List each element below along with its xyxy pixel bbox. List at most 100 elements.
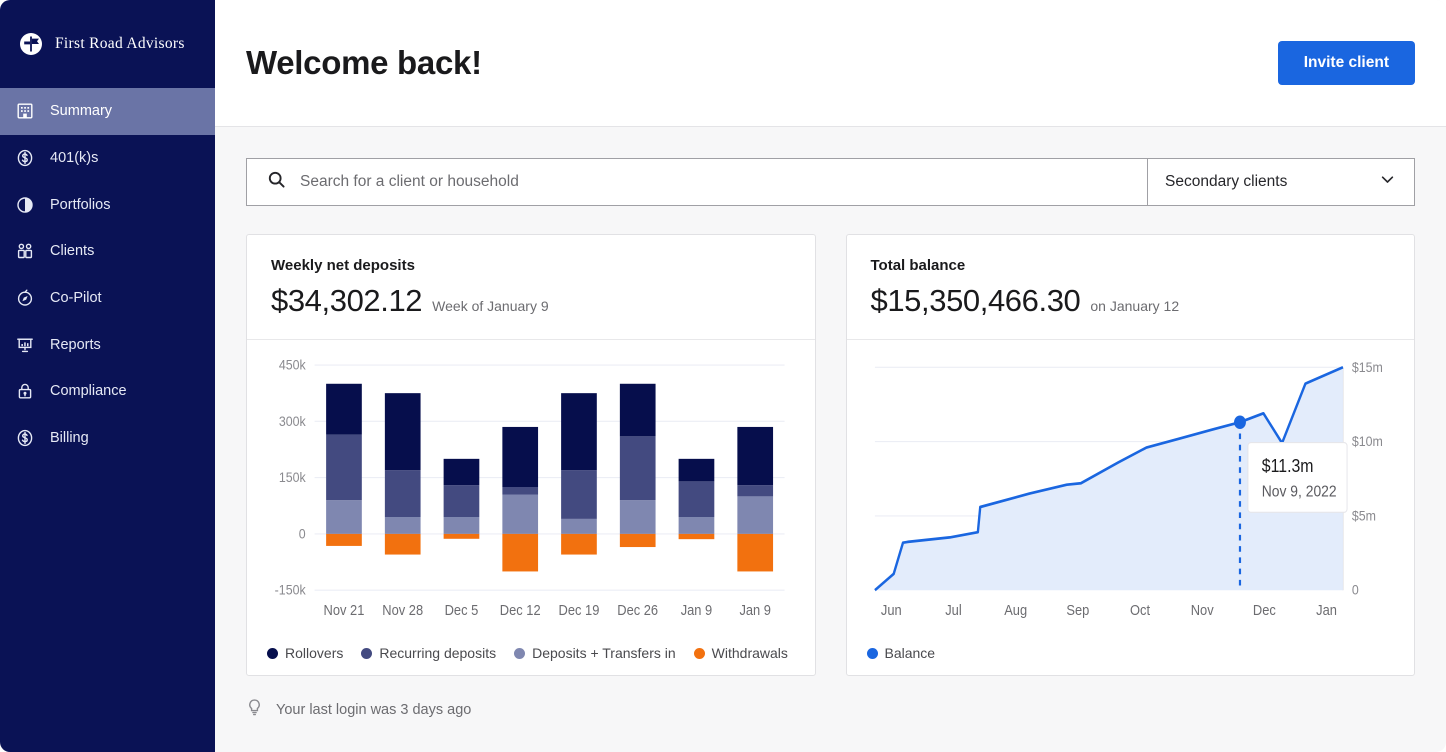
legend-color-dot: [514, 647, 526, 659]
presentation-chart-icon: [14, 334, 36, 356]
legend-label: Recurring deposits: [379, 645, 497, 661]
card-title: Total balance: [870, 257, 966, 274]
top-bar: Welcome back! Invite client: [215, 0, 1446, 127]
svg-text:$15m: $15m: [1351, 359, 1382, 375]
search-icon: [267, 170, 286, 194]
sidebar-nav: Summary 401(k)s Portfolios Clients Co-Pi…: [0, 88, 215, 462]
dollar-circle-icon: [14, 427, 36, 449]
invite-client-button[interactable]: Invite client: [1277, 41, 1415, 85]
svg-text:Jan: Jan: [1316, 602, 1337, 618]
pie-chart-icon: [14, 194, 36, 216]
sidebar-item-portfolios[interactable]: Portfolios: [0, 181, 215, 228]
svg-text:450k: 450k: [279, 357, 306, 373]
svg-text:Dec 19: Dec 19: [559, 602, 600, 618]
balance-area-chart[interactable]: $15m $10m $5m 0 Jun Jul Aug Sep Oct Nov Dec Jan $11.…: [867, 356, 1395, 633]
area-chart-legend: Balance: [866, 633, 1395, 661]
area-chart-area: $15m $10m $5m 0 Jun Jul Aug Sep Oct Nov Dec Jan $11.…: [847, 340, 1415, 675]
card-header: Weekly net deposits $34,302.12 Week of J…: [247, 235, 815, 340]
svg-text:Dec 12: Dec 12: [500, 602, 541, 618]
legend-item[interactable]: Recurring deposits: [361, 645, 496, 661]
lightbulb-icon: [246, 698, 263, 721]
legend-label: Rollovers: [285, 645, 344, 661]
svg-text:Nov: Nov: [1190, 602, 1213, 618]
chevron-down-icon: [1379, 171, 1396, 193]
legend-item[interactable]: Withdrawals: [693, 645, 788, 661]
svg-text:Oct: Oct: [1130, 602, 1150, 618]
sidebar-item-clients[interactable]: Clients: [0, 228, 215, 275]
brand-logo[interactable]: First Road Advisors: [0, 0, 215, 88]
legend-color-dot: [866, 647, 878, 659]
sidebar-item-billing[interactable]: Billing: [0, 415, 215, 462]
svg-text:$11.3m: $11.3m: [1261, 456, 1313, 476]
sidebar-item-summary[interactable]: Summary: [0, 88, 215, 135]
sidebar: First Road Advisors Summary 401(k)s Port…: [0, 0, 215, 752]
sidebar-item-label: 401(k)s: [50, 150, 99, 167]
svg-text:$10m: $10m: [1351, 433, 1382, 449]
legend-label: Balance: [884, 645, 936, 661]
legend-item[interactable]: Rollovers: [267, 645, 343, 661]
dollar-circle-icon: [14, 147, 36, 169]
card-subtitle: Week of January 9: [432, 298, 549, 314]
card-value: $34,302.12: [271, 283, 423, 318]
people-icon: [14, 240, 36, 262]
svg-text:Nov 28: Nov 28: [382, 602, 423, 618]
svg-text:0: 0: [299, 526, 306, 542]
legend-item[interactable]: Deposits + Transfers in: [514, 645, 676, 661]
sidebar-item-label: Portfolios: [50, 196, 111, 213]
client-filter-value: Secondary clients: [1165, 173, 1288, 190]
svg-text:Jan 9: Jan 9: [681, 602, 713, 618]
bar-chart-area: 450k 300k 150k 0 -150k Nov 21 Nov 28 Dec 5 Dec 1…: [247, 340, 815, 675]
sidebar-item-label: Reports: [50, 336, 101, 353]
sidebar-item-label: Co-Pilot: [50, 290, 102, 307]
svg-text:$5m: $5m: [1351, 508, 1375, 524]
svg-text:150k: 150k: [279, 469, 306, 485]
road-marker-circle-icon: [18, 31, 44, 57]
building-icon: [14, 100, 36, 122]
page-title: Welcome back!: [246, 44, 482, 81]
main-area: Welcome back! Invite client Secondary cl…: [215, 0, 1446, 752]
card-title: Weekly net deposits: [271, 257, 415, 274]
svg-text:Dec 5: Dec 5: [445, 602, 479, 618]
svg-text:300k: 300k: [279, 413, 306, 429]
app-window: First Road Advisors Summary 401(k)s Port…: [0, 0, 1446, 752]
sidebar-item-reports[interactable]: Reports: [0, 321, 215, 368]
card-header: Total balance $15,350,466.30 on January …: [846, 235, 1414, 340]
search-box[interactable]: [246, 158, 1147, 206]
sidebar-item-label: Compliance: [50, 383, 127, 400]
legend-color-dot: [693, 647, 705, 659]
brand-name: First Road Advisors: [55, 35, 185, 52]
svg-text:Dec: Dec: [1252, 602, 1275, 618]
last-login-text: Your last login was 3 days ago: [276, 701, 472, 718]
lock-icon: [14, 380, 36, 402]
total-balance-card: Total balance $15,350,466.30 on January …: [845, 234, 1415, 676]
svg-text:Jan 9: Jan 9: [739, 602, 771, 618]
svg-text:0: 0: [1351, 582, 1358, 598]
bar-chart[interactable]: 450k 300k 150k 0 -150k Nov 21 Nov 28 Dec 5 Dec 1…: [267, 356, 795, 633]
card-value: $15,350,466.30: [870, 283, 1081, 318]
compass-icon: [14, 287, 36, 309]
weekly-net-deposits-card: Weekly net deposits $34,302.12 Week of J…: [246, 234, 816, 676]
sidebar-item-label: Clients: [50, 243, 95, 260]
legend-color-dot: [267, 647, 278, 659]
svg-text:Nov 9, 2022: Nov 9, 2022: [1261, 484, 1336, 501]
svg-text:Jun: Jun: [880, 602, 901, 618]
svg-text:Aug: Aug: [1004, 602, 1027, 618]
legend-color-dot: [361, 647, 373, 659]
bar-chart-legend: Rollovers Recurring deposits Deposits + Tr…: [267, 633, 795, 661]
content-region: Secondary clients Weekly net deposits: [215, 127, 1446, 752]
sidebar-item-label: Billing: [50, 430, 89, 447]
svg-text:Dec 26: Dec 26: [617, 602, 658, 618]
sidebar-item-label: Summary: [50, 103, 113, 120]
sidebar-item-compliance[interactable]: Compliance: [0, 368, 215, 415]
client-filter-select[interactable]: Secondary clients: [1147, 158, 1415, 206]
sidebar-item-co-pilot[interactable]: Co-Pilot: [0, 275, 215, 322]
svg-text:-150k: -150k: [275, 582, 306, 598]
card-subtitle: on January 12: [1090, 298, 1180, 314]
svg-text:Nov 21: Nov 21: [324, 602, 365, 618]
search-input[interactable]: [300, 173, 1147, 191]
legend-item[interactable]: Balance: [866, 645, 936, 661]
search-row: Secondary clients: [246, 158, 1415, 206]
svg-text:Sep: Sep: [1066, 602, 1089, 618]
sidebar-item-401ks[interactable]: 401(k)s: [0, 135, 215, 182]
legend-label: Deposits + Transfers in: [532, 645, 676, 661]
